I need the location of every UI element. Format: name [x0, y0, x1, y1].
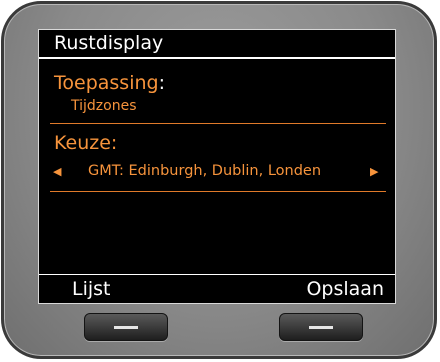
triangle-left-icon[interactable]: ◀: [53, 165, 61, 179]
softkey-bar: Lijst Opslaan: [39, 274, 395, 303]
softkey-left-label[interactable]: Lijst: [72, 277, 111, 301]
title-divider: [39, 57, 395, 59]
softkey-right-label[interactable]: Opslaan: [306, 277, 384, 301]
left-softkey-button[interactable]: [84, 313, 168, 341]
application-label-colon: :: [158, 72, 165, 94]
choice-field-label: Keuze:: [54, 132, 118, 154]
title-bar: Rustdisplay: [39, 30, 395, 56]
application-divider: [50, 123, 386, 124]
dash-line-icon: [114, 326, 138, 329]
choice-value[interactable]: GMT: Edinburgh, Dublin, Londen: [88, 162, 321, 180]
page-title: Rustdisplay: [54, 32, 164, 54]
application-value[interactable]: Tijdzones: [71, 97, 136, 115]
phone-display-screen: Rustdisplay Toepassing: Tijdzones Keuze:…: [38, 29, 396, 304]
triangle-right-icon[interactable]: ▶: [370, 165, 378, 179]
dash-line-icon: [309, 326, 333, 329]
application-field-label: Toepassing:: [54, 71, 165, 95]
application-label-text: Toepassing: [54, 72, 159, 94]
right-softkey-button[interactable]: [279, 313, 363, 341]
choice-divider: [50, 191, 386, 192]
